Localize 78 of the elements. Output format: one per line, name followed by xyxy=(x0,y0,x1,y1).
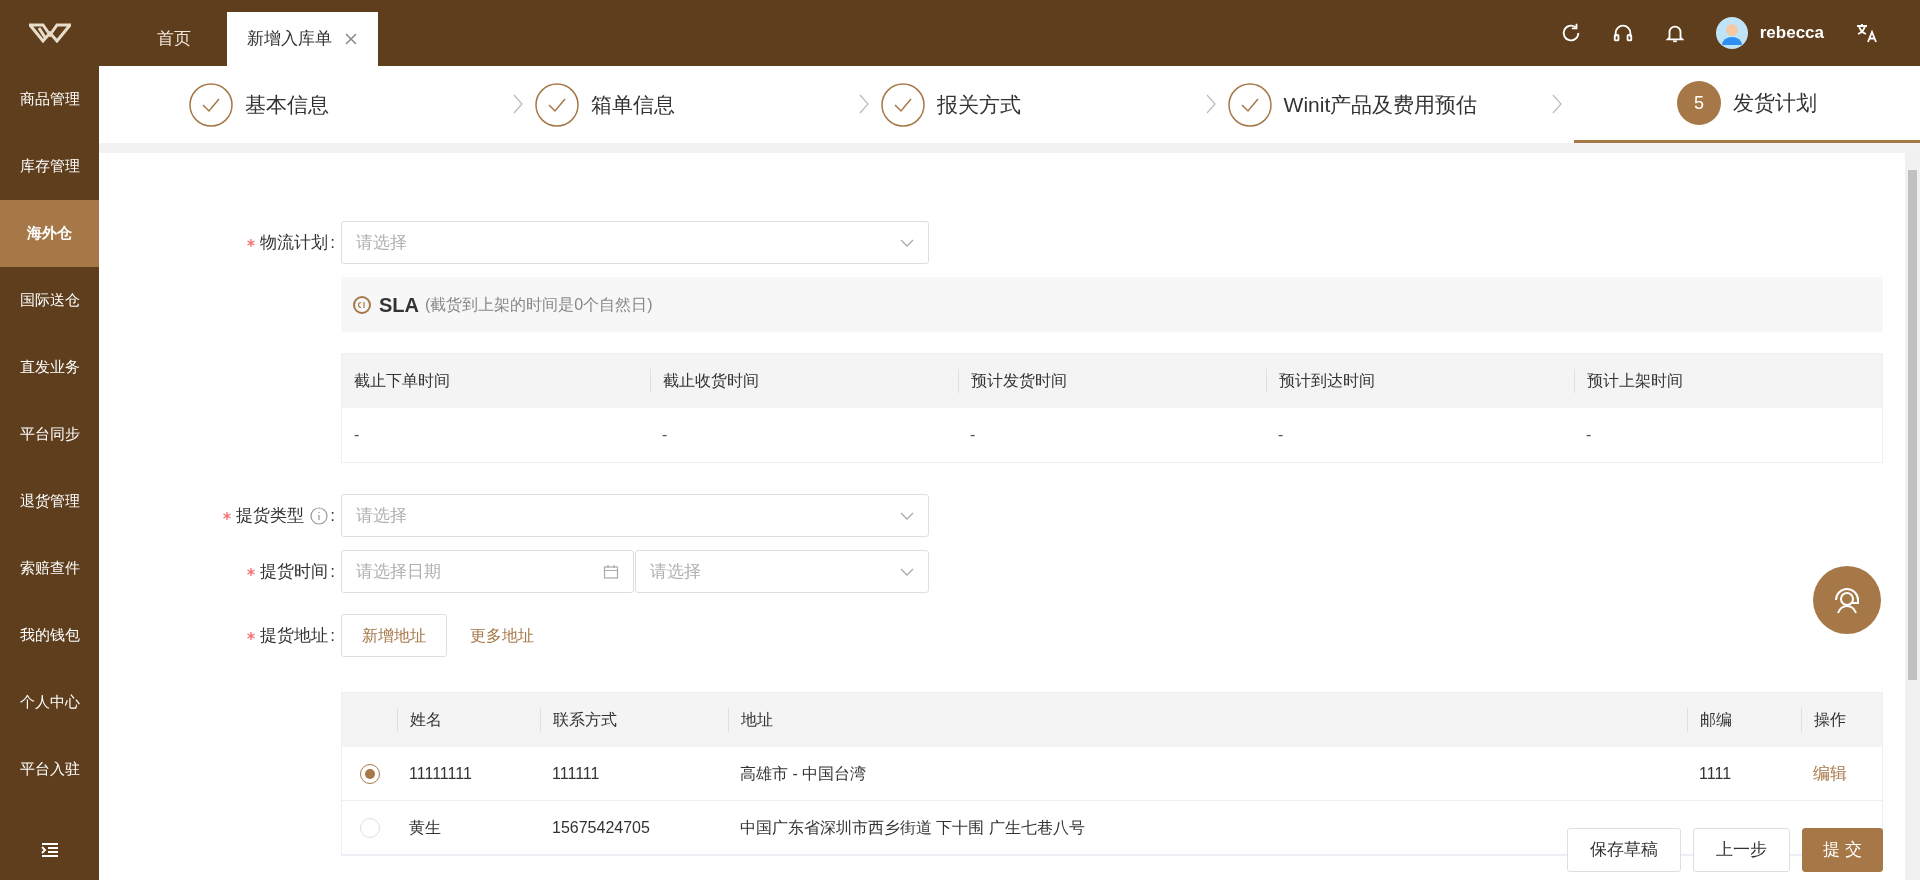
colon: : xyxy=(330,231,335,254)
sidebar-item[interactable]: 我的钱包 xyxy=(0,602,99,669)
column-header: 预计发货时间 xyxy=(958,369,1266,393)
sidebar-item[interactable]: 平台入驻 xyxy=(0,736,99,803)
step[interactable]: 报关方式 xyxy=(881,66,1228,143)
column-header: 预计到达时间 xyxy=(1266,369,1574,393)
table-cell-text: 15675424705 xyxy=(551,817,651,838)
chevron-down-icon xyxy=(900,238,914,247)
column-header: 预计上架时间 xyxy=(1574,369,1882,393)
colon: : xyxy=(330,624,335,647)
sidebar-item[interactable]: 国际送仓 xyxy=(0,267,99,334)
field-label: 物流计划 xyxy=(260,231,329,254)
close-icon[interactable] xyxy=(344,32,358,46)
table-cell-text: - xyxy=(1585,425,1593,445)
sidebar-item[interactable]: 索赔查件 xyxy=(0,535,99,602)
table-cell-text: 黄生 xyxy=(408,817,442,838)
column-header: 截止收货时间 xyxy=(650,369,958,393)
add-address-button[interactable]: 新增地址 xyxy=(341,614,447,657)
step-number: 5 xyxy=(1676,81,1721,125)
chevron-right-icon xyxy=(859,94,870,114)
step-label: 报关方式 xyxy=(937,91,1022,118)
footer-button[interactable]: 上一步 xyxy=(1693,828,1791,872)
chevron-down-icon xyxy=(900,567,914,576)
submit-button[interactable]: 提 交 xyxy=(1802,828,1883,872)
avatar-icon[interactable] xyxy=(1715,17,1748,49)
field-label: 提货时间 xyxy=(260,560,329,583)
sidebar-item[interactable]: 退货管理 xyxy=(0,468,99,535)
logo-icon xyxy=(28,23,71,43)
sla-title: SLA xyxy=(379,292,419,318)
table-cell-text: 中国广东省深圳市西乡街道 下十围 广生七巷八号 xyxy=(739,817,1086,838)
table-cell-text: - xyxy=(353,425,361,445)
more-addresses-link[interactable]: 更多地址 xyxy=(470,623,534,648)
table-cell-text: 高雄市 - 中国台湾 xyxy=(739,763,868,784)
table-cell-text: 111111 xyxy=(551,763,601,784)
chevron-right-icon xyxy=(513,94,524,114)
sidebar-item[interactable]: 库存管理 xyxy=(0,133,99,200)
step[interactable]: 基本信息 xyxy=(189,66,536,143)
sidebar-item[interactable]: 海外仓 xyxy=(0,200,99,267)
info-icon xyxy=(310,506,329,525)
chevron-right-icon xyxy=(1551,94,1562,114)
table-cell-text: 1111 xyxy=(1698,763,1733,784)
column-header: 地址 xyxy=(728,708,1687,732)
step[interactable]: 箱单信息 xyxy=(535,66,882,143)
footer-button[interactable]: 保存草稿 xyxy=(1567,828,1682,872)
sla-note: (截货到上架的时间是0个自然日) xyxy=(425,294,653,315)
sidebar-item[interactable]: 直发业务 xyxy=(0,334,99,401)
colon: : xyxy=(330,560,335,583)
step-label: 箱单信息 xyxy=(591,91,676,118)
sidebar-item[interactable]: 商品管理 xyxy=(0,66,99,133)
tab[interactable]: 首页 xyxy=(137,12,211,66)
chevron-right-icon xyxy=(1205,94,1216,114)
user-name[interactable]: rebecca xyxy=(1759,20,1824,46)
collapse-menu-icon[interactable] xyxy=(40,842,59,858)
sidebar-item[interactable]: 个人中心 xyxy=(0,669,99,736)
table-cell-text: - xyxy=(1277,425,1285,445)
colon: : xyxy=(330,504,335,527)
sla-icon xyxy=(353,295,371,314)
column-header: 邮编 xyxy=(1687,708,1801,732)
step[interactable]: 5 发货计划 xyxy=(1573,66,1920,143)
table-cell-text: - xyxy=(661,425,669,445)
headset-icon[interactable] xyxy=(1611,22,1634,44)
calendar-icon xyxy=(603,563,619,580)
field-label: 提货类型 xyxy=(236,504,305,527)
step-label: 基本信息 xyxy=(245,91,329,118)
column-header: 操作 xyxy=(1801,708,1882,732)
table-cell-text: 11111111 xyxy=(408,763,473,784)
step-label: Winit产品及费用预估 xyxy=(1283,91,1478,118)
tab[interactable]: 新增入库单 xyxy=(227,12,378,66)
table-cell-text: - xyxy=(969,425,977,445)
column-header: 联系方式 xyxy=(540,708,728,732)
column-header: 截止下单时间 xyxy=(353,371,451,391)
sidebar-item[interactable]: 平台同步 xyxy=(0,401,99,468)
edit-link[interactable]: 编辑 xyxy=(1813,763,1847,783)
step[interactable]: Winit产品及费用预估 xyxy=(1227,66,1574,143)
chevron-down-icon xyxy=(900,511,914,520)
step-label: 发货计划 xyxy=(1732,90,1817,117)
column-header: 姓名 xyxy=(397,708,540,732)
field-label: 提货地址 xyxy=(260,624,329,647)
